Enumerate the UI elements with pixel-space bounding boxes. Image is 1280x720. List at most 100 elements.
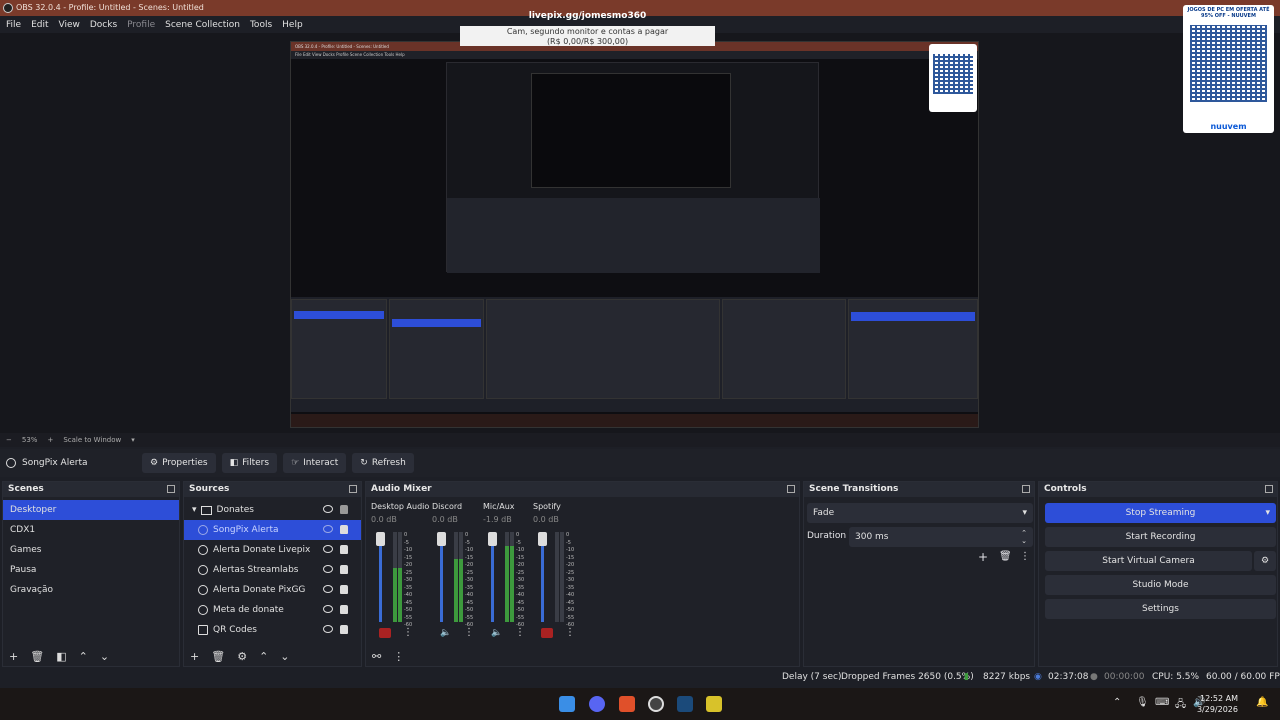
scale-mode[interactable]: Scale to Window bbox=[63, 436, 121, 444]
add-scene-icon[interactable]: + bbox=[9, 650, 18, 663]
eye-icon[interactable] bbox=[323, 585, 333, 593]
menu-edit[interactable]: Edit bbox=[31, 20, 48, 30]
source-item-livepix[interactable]: Alerta Donate Livepix bbox=[184, 540, 361, 560]
start-recording-button[interactable]: Start Recording bbox=[1045, 527, 1276, 547]
steam-icon[interactable] bbox=[677, 696, 693, 712]
lock-icon[interactable] bbox=[340, 625, 348, 634]
mixer-link-icon[interactable]: ⚯ bbox=[372, 650, 381, 663]
scale-dropdown-icon[interactable]: ▾ bbox=[131, 436, 135, 444]
mixer-channel-buttons: ⋮ bbox=[379, 627, 413, 638]
studio-mode-button[interactable]: Studio Mode bbox=[1045, 575, 1276, 595]
tray-chevron-icon[interactable]: ⌃ bbox=[1113, 697, 1121, 708]
channel-menu-icon[interactable]: ⋮ bbox=[464, 627, 474, 638]
channel-menu-icon[interactable]: ⋮ bbox=[403, 627, 413, 638]
source-item-meta[interactable]: Meta de donate bbox=[184, 600, 361, 620]
transition-select[interactable]: Fade ▾ bbox=[807, 503, 1033, 523]
mixer-menu-icon[interactable]: ⋮ bbox=[393, 650, 404, 663]
remove-source-icon[interactable]: 🗑 bbox=[211, 650, 225, 663]
dock-undock-icon[interactable] bbox=[1265, 485, 1273, 493]
add-transition-icon[interactable]: + bbox=[978, 550, 988, 564]
menu-docks[interactable]: Docks bbox=[90, 20, 117, 30]
eye-icon[interactable] bbox=[323, 605, 333, 613]
chevron-down-icon[interactable]: ▾ bbox=[1265, 503, 1270, 523]
move-down-icon[interactable]: ⌄ bbox=[280, 650, 289, 663]
add-source-icon[interactable]: + bbox=[190, 650, 199, 663]
source-item-streamlabs[interactable]: Alertas Streamlabs bbox=[184, 560, 361, 580]
obs-icon[interactable] bbox=[648, 696, 664, 712]
eye-icon[interactable] bbox=[323, 545, 333, 553]
dock-undock-icon[interactable] bbox=[349, 485, 357, 493]
speaker-icon[interactable]: 🔈 bbox=[440, 628, 452, 638]
keyboard-icon[interactable]: ⌨ bbox=[1155, 697, 1169, 708]
menu-profile[interactable]: Profile bbox=[127, 20, 155, 30]
menu-file[interactable]: File bbox=[6, 20, 21, 30]
virtual-camera-settings-button[interactable]: ⚙ bbox=[1254, 551, 1276, 571]
transition-menu-icon[interactable]: ⋮ bbox=[1020, 551, 1030, 562]
app-icon[interactable] bbox=[706, 696, 722, 712]
source-properties-icon[interactable]: ⚙ bbox=[237, 650, 247, 663]
menu-tools[interactable]: Tools bbox=[250, 20, 272, 30]
volume-fader-handle[interactable] bbox=[488, 532, 497, 546]
source-item-pixgg[interactable]: Alerta Donate PixGG bbox=[184, 580, 361, 600]
volume-fader-handle[interactable] bbox=[437, 532, 446, 546]
source-item-qrcodes[interactable]: QR Codes bbox=[184, 620, 361, 640]
remove-transition-icon[interactable]: 🗑 bbox=[999, 551, 1012, 562]
volume-fader-handle[interactable] bbox=[376, 532, 385, 546]
properties-button[interactable]: ⚙ Properties bbox=[142, 453, 216, 473]
source-item-songpix[interactable]: SongPix Alerta bbox=[184, 520, 361, 540]
eye-icon[interactable] bbox=[323, 505, 333, 513]
microphone-icon[interactable]: 🎙 bbox=[1136, 697, 1149, 708]
preview-canvas[interactable]: OBS 32.0.4 - Profile: Untitled - Scenes:… bbox=[290, 41, 979, 428]
menu-scene-collection[interactable]: Scene Collection bbox=[165, 20, 240, 30]
menu-help[interactable]: Help bbox=[282, 20, 303, 30]
move-up-icon[interactable]: ⌃ bbox=[79, 650, 88, 663]
lock-icon[interactable] bbox=[340, 605, 348, 614]
interact-button[interactable]: ☞ Interact bbox=[283, 453, 347, 473]
scene-item-pausa[interactable]: Pausa bbox=[3, 560, 179, 580]
lock-icon[interactable] bbox=[340, 585, 348, 594]
lock-icon[interactable] bbox=[340, 525, 348, 534]
scene-item-games[interactable]: Games bbox=[3, 540, 179, 560]
zoom-in-button[interactable]: + bbox=[47, 436, 53, 444]
spin-down-icon[interactable]: ⌄ bbox=[1021, 531, 1027, 551]
move-down-icon[interactable]: ⌄ bbox=[100, 650, 109, 663]
mixer-footer: ⚯ ⋮ bbox=[366, 646, 799, 666]
discord-icon[interactable] bbox=[589, 696, 605, 712]
menu-view[interactable]: View bbox=[59, 20, 80, 30]
start-virtual-camera-button[interactable]: Start Virtual Camera bbox=[1045, 551, 1252, 571]
chevron-down-icon[interactable]: ▾ bbox=[192, 505, 197, 515]
lock-icon[interactable] bbox=[340, 565, 348, 574]
refresh-button[interactable]: ↻ Refresh bbox=[352, 453, 414, 473]
eye-icon[interactable] bbox=[323, 565, 333, 573]
channel-menu-icon[interactable]: ⋮ bbox=[515, 627, 525, 638]
dock-undock-icon[interactable] bbox=[787, 485, 795, 493]
scene-item-desktoper[interactable]: Desktoper bbox=[3, 500, 179, 520]
scene-filters-icon[interactable]: ◧ bbox=[56, 650, 66, 663]
network-icon[interactable]: 🖧 bbox=[1175, 697, 1186, 714]
dock-undock-icon[interactable] bbox=[167, 485, 175, 493]
eye-hidden-icon[interactable] bbox=[323, 525, 333, 533]
muted-speaker-icon[interactable] bbox=[379, 627, 391, 638]
lock-icon[interactable] bbox=[340, 505, 348, 514]
lock-icon[interactable] bbox=[340, 545, 348, 554]
volume-fader-handle[interactable] bbox=[538, 532, 547, 546]
remove-scene-icon[interactable]: 🗑 bbox=[30, 650, 44, 663]
scene-item-gravacao[interactable]: Gravação bbox=[3, 580, 179, 600]
filters-button[interactable]: ◧ Filters bbox=[221, 453, 278, 473]
eye-icon[interactable] bbox=[323, 625, 333, 633]
settings-button[interactable]: Settings bbox=[1045, 599, 1276, 619]
zoom-out-button[interactable]: − bbox=[6, 436, 12, 444]
muted-speaker-icon[interactable] bbox=[541, 627, 553, 638]
duration-input[interactable]: 300 ms ⌃ ⌄ bbox=[849, 527, 1033, 547]
channel-menu-icon[interactable]: ⋮ bbox=[565, 627, 575, 638]
notification-bell-icon[interactable]: 🔔 bbox=[1256, 697, 1268, 708]
stop-streaming-button[interactable]: Stop Streaming ▾ bbox=[1045, 503, 1276, 523]
move-up-icon[interactable]: ⌃ bbox=[259, 650, 268, 663]
speaker-icon[interactable]: 🔈 bbox=[491, 628, 503, 638]
dock-undock-icon[interactable] bbox=[1022, 485, 1030, 493]
brave-icon[interactable] bbox=[619, 696, 635, 712]
windows-start-icon[interactable] bbox=[559, 696, 575, 712]
source-group-donates[interactable]: ▾ Donates bbox=[184, 500, 361, 520]
scene-item-cdx1[interactable]: CDX1 bbox=[3, 520, 179, 540]
system-clock[interactable]: 12:52 AM 3/29/2026 bbox=[1197, 693, 1238, 715]
